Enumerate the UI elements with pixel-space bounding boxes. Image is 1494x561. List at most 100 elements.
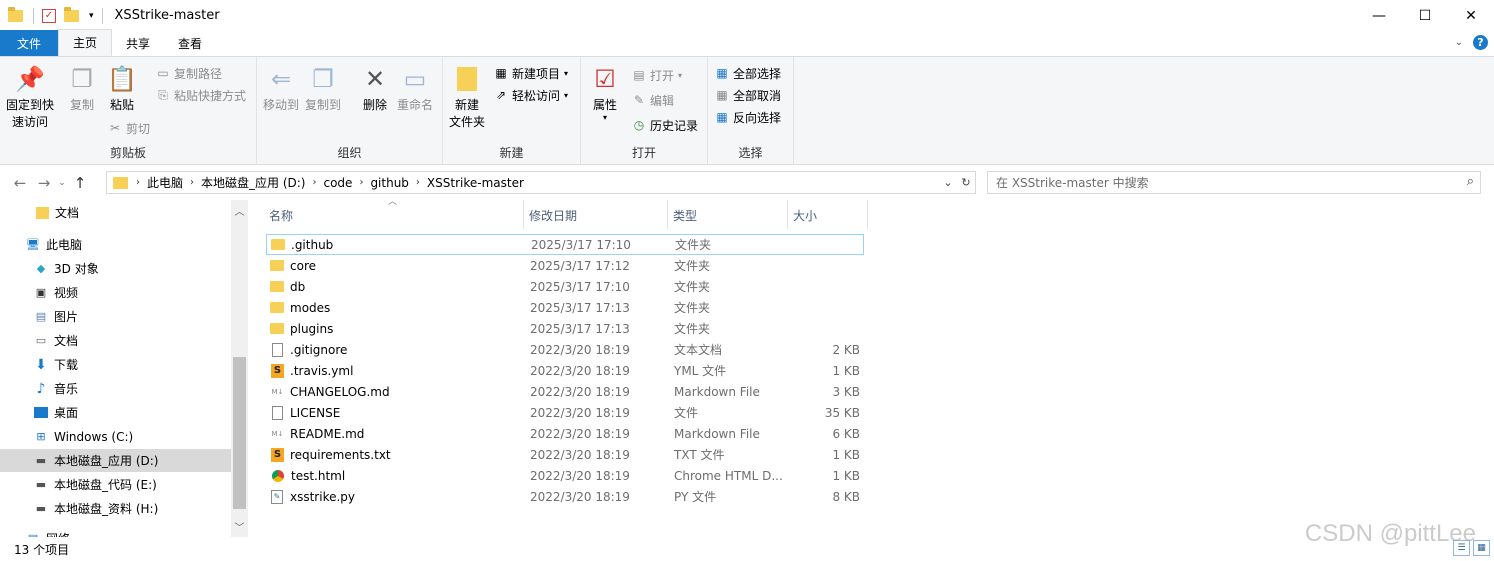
- table-row[interactable]: Srequirements.txt 2022/3/20 18:19 TXT 文件 1 …: [266, 444, 864, 465]
- chevron-right-icon[interactable]: ›: [416, 177, 420, 188]
- breadcrumb-code[interactable]: code: [323, 176, 352, 190]
- select-none-icon: ▦: [716, 88, 728, 102]
- nav-item-pictures[interactable]: ▤ 图片: [0, 305, 231, 328]
- nav-item-documents-quick[interactable]: 文档: [0, 201, 231, 224]
- search-icon[interactable]: ⌕: [1467, 174, 1474, 189]
- nav-item-drive-c[interactable]: ⊞ Windows (C:): [0, 425, 231, 448]
- chevron-right-icon[interactable]: ›: [359, 177, 363, 188]
- ribbon-tabs: 文件 主页 共享 查看 ⌄ ?: [0, 29, 1494, 57]
- chevron-down-icon[interactable]: ⌄: [939, 176, 957, 189]
- refresh-icon[interactable]: ↻: [957, 176, 975, 189]
- forward-button[interactable]: →: [32, 174, 56, 192]
- tab-view[interactable]: 查看: [164, 30, 216, 56]
- select-none-button[interactable]: ▦ 全部取消: [714, 85, 781, 105]
- tab-share[interactable]: 共享: [112, 30, 164, 56]
- table-row[interactable]: ✎ xsstrike.py 2022/3/20 18:19 PY 文件 8 KB: [266, 486, 864, 507]
- music-icon: ♪: [36, 380, 46, 397]
- nav-item-videos[interactable]: ▣ 视频: [0, 281, 231, 304]
- address-bar[interactable]: › 此电脑 › 本地磁盘_应用 (D:) › code › github › X…: [106, 171, 976, 194]
- easy-access-icon: ⇗: [495, 88, 507, 102]
- paste-button[interactable]: 📋 粘贴: [106, 63, 138, 114]
- select-all-button[interactable]: ▦ 全部选择: [714, 63, 781, 83]
- nav-item-documents[interactable]: ▭ 文档: [0, 329, 231, 352]
- chevron-right-icon[interactable]: ›: [312, 177, 316, 188]
- properties-button[interactable]: ☑ 属性 ▾: [589, 63, 621, 122]
- open-button[interactable]: ▤ 打开 ▾: [631, 65, 682, 85]
- history-button[interactable]: ◷ 历史记录: [631, 115, 698, 135]
- rename-button[interactable]: ▭ 重命名: [397, 63, 433, 114]
- nav-item-drive-e[interactable]: ▬ 本地磁盘_代码 (E:): [0, 473, 231, 496]
- table-row[interactable]: .gitignore 2022/3/20 18:19 文本文档 2 KB: [266, 339, 864, 360]
- chevron-down-icon[interactable]: ﹀: [231, 519, 248, 534]
- table-row[interactable]: S .travis.yml 2022/3/20 18:19 YML 文件 1 KB: [266, 360, 864, 381]
- table-row[interactable]: db 2025/3/17 17:10 文件夹: [266, 276, 864, 297]
- copy-button[interactable]: ❐ 复制: [66, 63, 98, 114]
- chevron-down-icon[interactable]: ⌄: [1455, 37, 1463, 48]
- nav-item-drive-d[interactable]: ▬ 本地磁盘_应用 (D:): [0, 449, 231, 472]
- column-header-date[interactable]: 修改日期: [524, 200, 668, 230]
- copy-to-button[interactable]: ❐ 复制到: [305, 63, 341, 114]
- column-header-name[interactable]: ︿ 名称: [264, 197, 524, 230]
- scrollbar-thumb[interactable]: [233, 357, 246, 509]
- file-date: 2022/3/20 18:19: [530, 426, 630, 441]
- properties-icon[interactable]: ✓: [42, 8, 56, 23]
- invert-selection-button[interactable]: ▦ 反向选择: [714, 107, 781, 127]
- chevron-down-icon[interactable]: ▾: [89, 11, 94, 21]
- maximize-button[interactable]: ☐: [1402, 0, 1448, 31]
- table-row[interactable]: core 2025/3/17 17:12 文件夹: [266, 255, 864, 276]
- table-row[interactable]: modes 2025/3/17 17:13 文件夹: [266, 297, 864, 318]
- nav-item-music[interactable]: ♪ 音乐: [0, 377, 231, 400]
- move-to-button[interactable]: ⇐ 移动到: [263, 63, 299, 114]
- watermark: CSDN @pittLee: [1304, 520, 1476, 547]
- pin-quick-access-button[interactable]: 📌 固定到快 速访问: [6, 63, 54, 131]
- close-button[interactable]: ✕: [1448, 0, 1494, 31]
- group-label: 打开: [631, 146, 656, 160]
- copy-path-icon: ▭: [157, 66, 169, 80]
- table-row[interactable]: M↓ CHANGELOG.md 2022/3/20 18:19 Markdown Fi…: [266, 381, 864, 402]
- new-item-button[interactable]: ▦ 新建项目 ▾: [493, 63, 568, 83]
- up-button[interactable]: ↑: [68, 174, 92, 192]
- nav-item-drive-h[interactable]: ▬ 本地磁盘_资料 (H:): [0, 497, 231, 520]
- table-row[interactable]: plugins 2025/3/17 17:13 文件夹: [266, 318, 864, 339]
- paste-shortcut-button[interactable]: ⎘ 粘贴快捷方式: [155, 85, 246, 105]
- breadcrumb-drive-d[interactable]: 本地磁盘_应用 (D:): [201, 174, 305, 191]
- back-button[interactable]: ←: [8, 174, 32, 192]
- nav-item-3d-objects[interactable]: ◆ 3D 对象: [0, 257, 231, 280]
- table-row[interactable]: test.html 2022/3/20 18:19 Chrome HTML D...…: [266, 465, 864, 486]
- breadcrumb-github[interactable]: github: [370, 176, 408, 190]
- cut-button[interactable]: ✂ 剪切: [107, 118, 150, 138]
- table-row[interactable]: .github 2025/3/17 17:10 文件夹: [266, 234, 864, 255]
- file-name-cell: .gitignore: [270, 342, 347, 357]
- chevron-up-icon[interactable]: ︿: [231, 203, 248, 218]
- recent-locations-dropdown[interactable]: ⌄: [56, 178, 68, 188]
- breadcrumb-this-pc[interactable]: 此电脑: [147, 174, 183, 191]
- divider: [101, 7, 103, 24]
- select-group: ▦ 全部选择 ▦ 全部取消 ▦ 反向选择 选择: [708, 57, 794, 165]
- minimize-button[interactable]: —: [1356, 0, 1402, 31]
- table-row[interactable]: LICENSE 2022/3/20 18:19 文件 35 KB: [266, 402, 864, 423]
- nav-item-downloads[interactable]: ⬇ 下载: [0, 353, 231, 376]
- edit-button[interactable]: ✎ 编辑: [631, 90, 674, 110]
- copy-path-button[interactable]: ▭ 复制路径: [155, 63, 222, 83]
- chevron-right-icon[interactable]: ›: [190, 177, 194, 188]
- tab-home[interactable]: 主页: [58, 29, 113, 56]
- new-folder-button[interactable]: 新建 文件夹: [449, 63, 485, 131]
- nav-item-network[interactable]: ▤ 网络: [0, 527, 231, 537]
- file-size: 35 KB: [824, 405, 860, 420]
- column-header-type[interactable]: 类型: [668, 200, 788, 230]
- text-file-icon: [272, 342, 283, 357]
- delete-button[interactable]: ✕ 删除: [359, 63, 391, 114]
- table-row[interactable]: M↓ README.md 2022/3/20 18:19 Markdown File 6…: [266, 423, 864, 444]
- help-icon[interactable]: ?: [1473, 35, 1488, 50]
- item-count: 13 个项目: [14, 542, 70, 557]
- column-header-size[interactable]: 大小: [788, 200, 868, 230]
- nav-item-desktop[interactable]: 桌面: [0, 401, 231, 424]
- file-size: 6 KB: [832, 426, 860, 441]
- easy-access-button[interactable]: ⇗ 轻松访问 ▾: [493, 85, 568, 105]
- nav-item-this-pc[interactable]: 🖥 此电脑: [0, 233, 231, 256]
- breadcrumb-current[interactable]: XSStrike-master: [427, 176, 524, 190]
- nav-scrollbar[interactable]: ︿ ﹀: [231, 200, 248, 537]
- search-input[interactable]: 在 XSStrike-master 中搜索 ⌕: [987, 171, 1481, 194]
- tab-file[interactable]: 文件: [0, 30, 58, 56]
- new-folder-icon[interactable]: [64, 6, 79, 22]
